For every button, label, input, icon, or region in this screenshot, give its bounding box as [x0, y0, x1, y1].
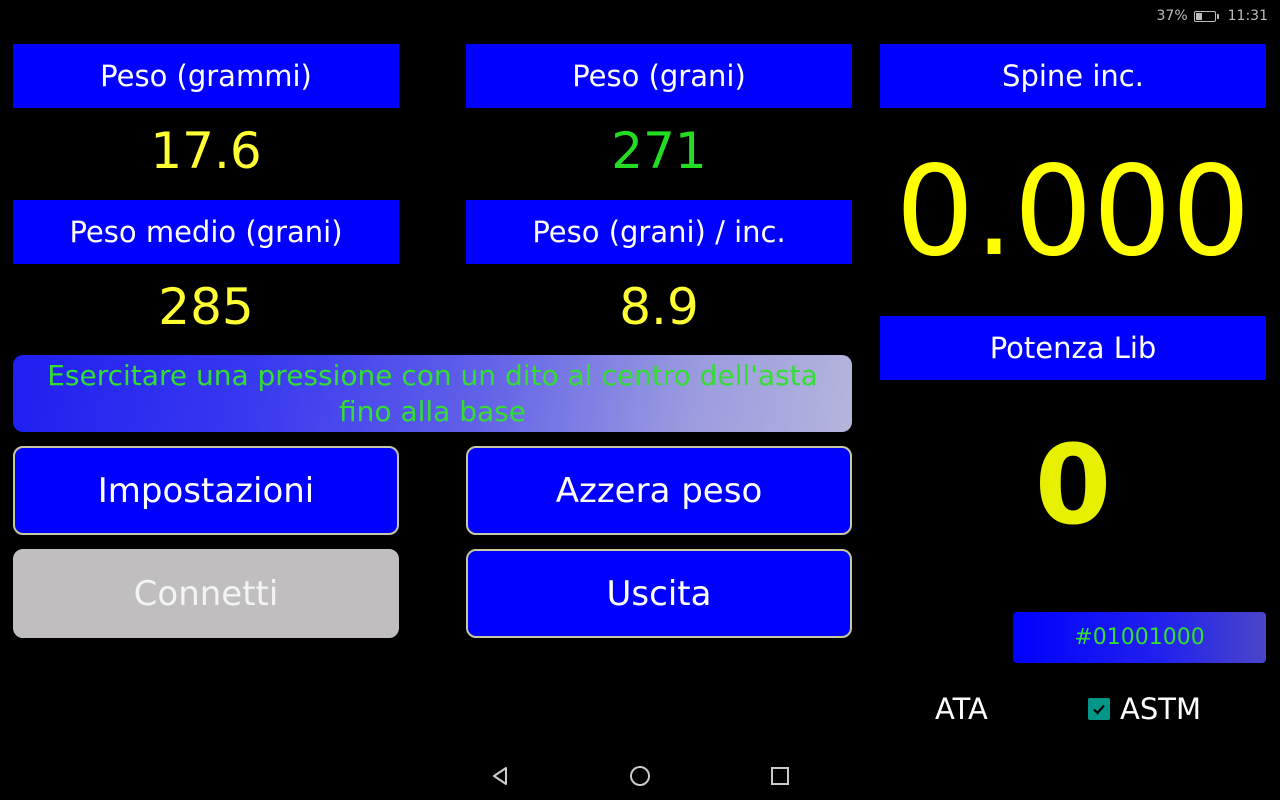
draw-weight-value: 0	[1034, 421, 1112, 549]
spine-value: 0.000	[895, 140, 1251, 284]
instruction-banner: Esercitare una pressione con un dito al …	[13, 355, 852, 432]
grains-per-inch-label: Peso (grani) / inc.	[466, 200, 852, 264]
avg-weight-grains-value: 285	[158, 278, 254, 336]
home-button[interactable]	[620, 756, 660, 796]
weight-grains-value: 271	[611, 122, 707, 180]
weight-grains-label: Peso (grani)	[466, 44, 852, 108]
status-bar: 37% 11:31	[1157, 4, 1268, 28]
weight-grams-label: Peso (grammi)	[13, 44, 399, 108]
recents-button[interactable]	[760, 756, 800, 796]
settings-button[interactable]: Impostazioni	[13, 446, 399, 535]
astm-label: ASTM	[1120, 692, 1201, 726]
navigation-bar	[0, 752, 1280, 800]
back-button[interactable]	[480, 756, 520, 796]
exit-button[interactable]: Uscita	[466, 549, 852, 638]
battery-icon	[1193, 10, 1219, 22]
checkmark-icon	[1093, 704, 1105, 715]
battery-fill	[1195, 12, 1202, 20]
app-screen: 37% 11:31 Peso (grammi) 17.6 Peso medio …	[0, 0, 1280, 800]
grains-per-inch-value: 8.9	[619, 278, 699, 336]
recents-icon	[771, 767, 789, 785]
spine-label: Spine inc.	[880, 44, 1266, 108]
clock: 11:31	[1227, 8, 1268, 24]
back-icon	[493, 767, 507, 785]
home-icon	[630, 766, 650, 786]
astm-option[interactable]: ASTM	[1088, 692, 1201, 726]
battery-percent: 37%	[1156, 8, 1188, 24]
astm-checkbox[interactable]	[1088, 698, 1110, 720]
ata-label: ATA	[935, 692, 988, 726]
device-id-badge: #01001000	[1013, 612, 1266, 663]
draw-weight-label: Potenza Lib	[880, 316, 1266, 380]
weight-grams-value: 17.6	[150, 122, 262, 180]
ata-option[interactable]: ATA	[935, 692, 988, 726]
tare-weight-button[interactable]: Azzera peso	[466, 446, 852, 535]
avg-weight-grains-label: Peso medio (grani)	[13, 200, 399, 264]
connect-button[interactable]: Connetti	[13, 549, 399, 638]
